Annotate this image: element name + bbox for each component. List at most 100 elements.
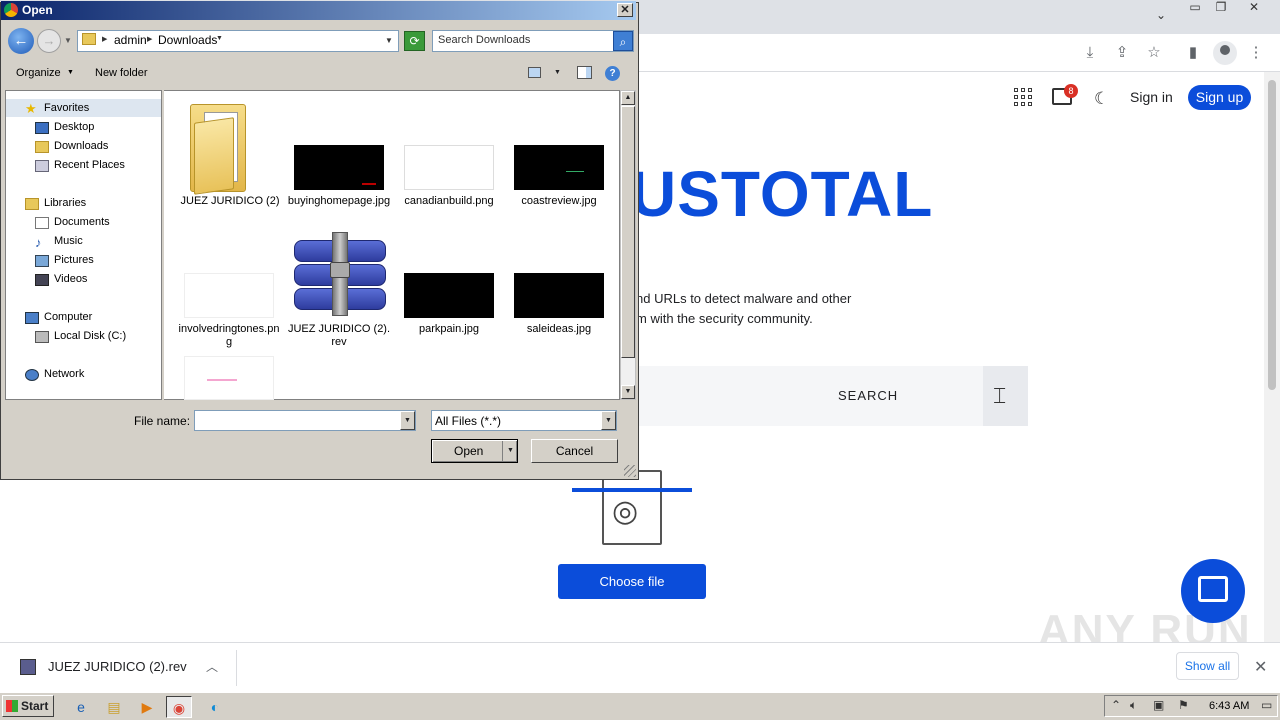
file-type-dropdown-icon[interactable]: ▼ <box>601 411 616 430</box>
image-thumbnail[interactable] <box>514 273 604 318</box>
change-view-icon[interactable] <box>528 67 541 78</box>
file-item-label[interactable]: JUEZ JURIDICO (2).rev <box>287 323 391 349</box>
window-close-icon[interactable]: ✕ <box>1243 0 1265 18</box>
file-item-label[interactable]: parkpain.jpg <box>397 323 501 336</box>
forward-button[interactable]: → <box>37 29 61 53</box>
breadcrumb-separator-icon[interactable]: ▼ <box>216 35 223 42</box>
nav-computer[interactable]: Computer <box>44 311 92 323</box>
sign-up-button[interactable]: Sign up <box>1188 85 1251 110</box>
bookmark-star-icon[interactable]: ☆ <box>1144 43 1164 63</box>
recent-locations-chevron-icon[interactable]: ▼ <box>64 36 72 45</box>
image-thumbnail[interactable] <box>184 356 274 400</box>
file-item-label[interactable]: saleideas.jpg <box>507 323 611 336</box>
back-button[interactable]: ← <box>8 28 34 54</box>
profile-avatar[interactable] <box>1213 41 1237 65</box>
organize-dropdown-icon[interactable]: ▼ <box>67 69 74 76</box>
file-list-scroll-thumb[interactable] <box>621 106 635 358</box>
refresh-button[interactable]: ⟳ <box>404 31 425 51</box>
nav-pictures[interactable]: Pictures <box>54 254 94 266</box>
nav-libraries[interactable]: Libraries <box>44 197 86 209</box>
tray-expand-icon[interactable]: ⌃ <box>1111 698 1121 712</box>
cancel-button[interactable]: Cancel <box>531 439 618 463</box>
file-name-input[interactable] <box>194 410 416 431</box>
network-tray-icon[interactable]: ▣ <box>1153 698 1164 712</box>
file-item-label[interactable]: canadianbuild.png <box>397 195 501 208</box>
image-thumbnail[interactable] <box>404 273 494 318</box>
restore-icon[interactable]: ❐ <box>1210 0 1232 18</box>
help-icon[interactable]: ? <box>605 66 620 81</box>
nav-desktop[interactable]: Desktop <box>54 121 94 133</box>
address-dropdown-icon[interactable]: ▼ <box>385 36 393 45</box>
image-thumbnail[interactable] <box>294 145 384 190</box>
breadcrumb-separator-icon[interactable]: ▶ <box>147 35 152 43</box>
choose-file-button[interactable]: Choose file <box>558 564 706 599</box>
search-magnifier-icon[interactable]: ⌕ <box>613 31 633 51</box>
show-desktop-icon[interactable]: ▭ <box>1261 698 1272 712</box>
breadcrumb-admin[interactable]: admin <box>114 33 147 47</box>
file-list-scrollbar[interactable]: ▲ ▼ <box>620 90 636 400</box>
action-center-flag-icon[interactable]: ⚑ <box>1178 698 1189 712</box>
file-item-label[interactable]: involvedringtones.png <box>177 323 281 349</box>
file-item-label[interactable]: coastreview.jpg <box>507 195 611 208</box>
search-syntax-icon: ⌶ <box>993 383 1007 408</box>
downloads-divider <box>236 650 237 686</box>
sign-in-link[interactable]: Sign in <box>1130 89 1173 105</box>
image-thumbnail[interactable] <box>184 273 274 318</box>
libraries-icon <box>25 198 39 210</box>
volume-icon[interactable]: 🔈︎ <box>1130 698 1137 713</box>
resize-grip[interactable] <box>624 465 636 477</box>
page-description: nd URLs to detect malware and other m wi… <box>636 289 851 329</box>
file-item-label[interactable]: buyinghomepage.jpg <box>287 195 391 208</box>
breadcrumb-downloads[interactable]: Downloads <box>158 33 217 47</box>
image-thumbnail[interactable] <box>404 145 494 190</box>
nav-favorites[interactable]: Favorites <box>44 102 89 114</box>
dialog-title-bar[interactable] <box>1 1 636 20</box>
advanced-search-button[interactable]: ⌶ <box>983 366 1028 426</box>
search-bar[interactable] <box>636 366 1028 426</box>
share-icon[interactable]: ⇪ <box>1112 43 1132 63</box>
download-item-chevron-up-icon[interactable]: ︿ <box>206 658 218 675</box>
edge-taskbar-icon[interactable]: ◐ <box>202 696 228 718</box>
show-all-button[interactable]: Show all <box>1176 652 1239 680</box>
nav-music[interactable]: Music <box>54 235 83 247</box>
download-item-name[interactable]: JUEZ JURIDICO (2).rev <box>48 659 187 674</box>
tab-search-chevron-icon[interactable]: ⌄ <box>1150 8 1172 26</box>
preview-pane-icon[interactable] <box>577 66 592 79</box>
start-button[interactable]: Start <box>2 695 54 717</box>
nav-downloads[interactable]: Downloads <box>54 140 108 152</box>
open-options-dropdown-icon[interactable]: ▼ <box>507 447 514 454</box>
dark-mode-moon-icon[interactable]: ☾ <box>1094 89 1109 109</box>
nav-videos[interactable]: Videos <box>54 273 87 285</box>
organize-button[interactable]: Organize <box>16 67 61 79</box>
apps-grid-icon[interactable] <box>1014 88 1032 106</box>
download-icon[interactable]: ⤓ <box>1080 43 1100 63</box>
media-player-taskbar-icon[interactable]: ▶ <box>134 696 160 718</box>
file-name-dropdown-icon[interactable]: ▼ <box>400 411 415 430</box>
nav-local-disk[interactable]: Local Disk (C:) <box>54 330 126 342</box>
new-folder-button[interactable]: New folder <box>95 67 148 79</box>
nav-network[interactable]: Network <box>44 368 84 380</box>
taskbar-clock[interactable]: 6:43 AM <box>1209 700 1249 712</box>
explorer-taskbar-icon[interactable]: ▤ <box>101 696 127 718</box>
dialog-close-button[interactable]: ✕ <box>617 3 633 17</box>
view-options-dropdown-icon[interactable]: ▼ <box>554 69 561 76</box>
minimize-icon[interactable]: ▭ <box>1184 0 1206 18</box>
nav-recent-places[interactable]: Recent Places <box>54 159 125 171</box>
file-item-label[interactable]: JUEZ JURIDICO (2) <box>178 195 282 208</box>
nav-documents[interactable]: Documents <box>54 216 110 228</box>
side-panel-icon[interactable]: ▮ <box>1183 43 1203 63</box>
winrar-archive-icon[interactable] <box>294 232 386 316</box>
scroll-down-icon[interactable]: ▼ <box>621 385 635 399</box>
taskbar <box>0 692 1280 720</box>
image-thumbnail[interactable] <box>514 145 604 190</box>
scroll-up-icon[interactable]: ▲ <box>621 91 635 105</box>
menu-kebab-icon[interactable]: ⋮ <box>1246 43 1266 63</box>
open-button-label[interactable]: Open <box>454 444 483 458</box>
chrome-taskbar-icon[interactable]: ◉ <box>166 696 192 718</box>
page-scrollbar-thumb[interactable] <box>1268 80 1276 390</box>
folder-icon[interactable] <box>190 98 248 195</box>
ie-taskbar-icon[interactable]: e <box>68 696 94 718</box>
breadcrumb-separator-icon[interactable]: ▶ <box>102 35 107 43</box>
page-scrollbar[interactable] <box>1264 72 1280 642</box>
downloads-close-icon[interactable]: ✕ <box>1254 657 1267 677</box>
